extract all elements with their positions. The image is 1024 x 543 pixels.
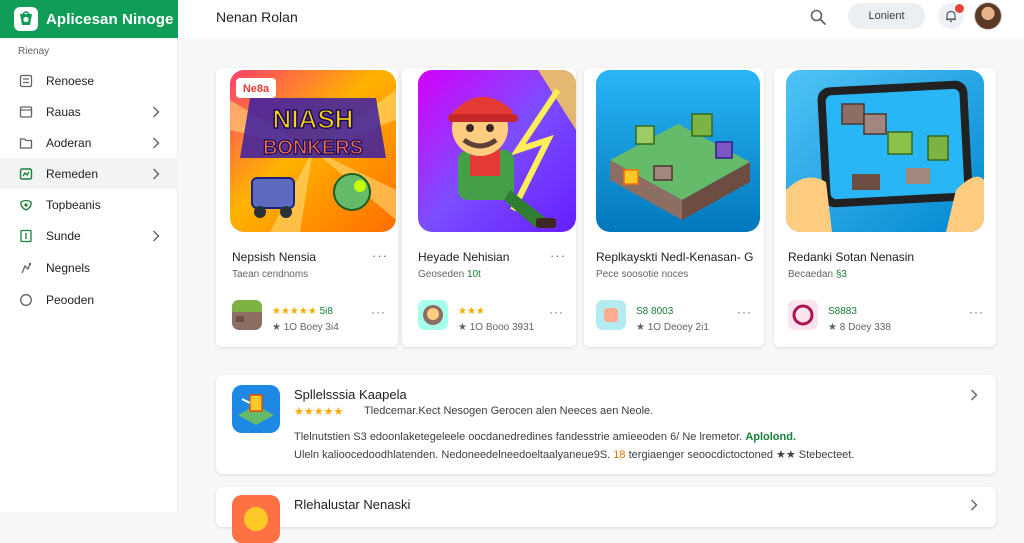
avatar[interactable] — [974, 2, 1002, 30]
card-rating: ★★★★★ 5i8 — [272, 306, 333, 317]
sidebar-item-label: Topbeanis — [46, 197, 101, 212]
chevron-right-icon — [146, 168, 166, 180]
card-meta: ★ 8 Doey 338 — [828, 322, 891, 333]
game-art-tablet — [786, 70, 984, 232]
bookmark-icon — [18, 228, 34, 244]
account-pill-button[interactable]: Lonient — [848, 3, 925, 29]
game-card[interactable]: Heyade Nehisian ··· Geoseden 10t ★★★ ★ 1… — [402, 68, 576, 347]
game-card[interactable]: Redanki Sotan Nenasin Becaedan §3 S8883 … — [774, 68, 996, 347]
more-dots-icon[interactable]: ··· — [549, 305, 564, 319]
card-subtitle: Taean cendnoms — [232, 269, 309, 280]
page-title: Nenan Rolan — [216, 9, 298, 25]
gamepad-icon — [18, 166, 34, 182]
more-dots-icon[interactable]: ··· — [372, 248, 388, 263]
card-subtitle: Geoseden 10t — [418, 269, 481, 280]
row-title[interactable]: Rlehalustar Nenaski — [294, 497, 410, 512]
sidebar-item-negnels[interactable]: Negnels — [0, 252, 178, 283]
sidebar-item-peooden[interactable]: Peooden — [0, 284, 178, 315]
top-bar: Aplicesan Ninoge Nenan Rolan Lonient — [0, 0, 1024, 38]
spark-icon — [18, 197, 34, 213]
sidebar-item-sunde[interactable]: Sunde — [0, 220, 178, 251]
sidebar-heading: Rienay — [18, 46, 50, 57]
card-meta: ★ 1O Deoey 2i1 — [636, 322, 709, 333]
sidebar-item-renoese[interactable]: Renoese — [0, 65, 178, 96]
window-icon — [18, 104, 34, 120]
art-title: BONKERS — [263, 137, 363, 159]
card-meta: ★ 1O Boey 3i4 — [272, 322, 339, 333]
card-title[interactable]: Heyade Nehisian — [418, 250, 509, 264]
notifications-button[interactable] — [938, 3, 964, 29]
app-icon — [232, 495, 280, 543]
art-title: NIASH — [273, 104, 354, 134]
card-meta: ★ 1O Booo 3931 — [458, 322, 535, 333]
notification-badge — [955, 4, 964, 13]
sidebar-item-label: Sunde — [46, 228, 81, 243]
game-art-hero — [418, 70, 576, 232]
list-item[interactable]: Spllelsssia Kaapela ★★★★★ Tledcemar.Kect… — [216, 375, 996, 474]
sidebar-item-label: Remeden — [46, 166, 99, 181]
row-body: Uleln kalioocedoodhlatenden. Nedoneedeln… — [294, 449, 855, 461]
row-description: Tledcemar.Kect Nesogen Gerocen alen Neec… — [364, 405, 654, 417]
sidebar-item-label: Rauas — [46, 104, 81, 119]
chevron-right-icon — [146, 137, 166, 149]
chevron-right-icon — [146, 106, 166, 118]
card-thumbnail — [418, 300, 448, 330]
card-title[interactable]: Replkayskti Nedl-Kenasan- G — [596, 250, 753, 264]
search-button[interactable] — [806, 5, 830, 29]
sidebar-item-label: Negnels — [46, 260, 91, 275]
sidebar-item-remeden[interactable]: Remeden — [0, 158, 178, 189]
list-item[interactable]: Rlehalustar Nenaski — [216, 487, 996, 543]
folder-icon — [18, 135, 34, 151]
apps-icon — [18, 73, 34, 89]
store-logo-icon — [14, 7, 38, 31]
sidebar-item-rauas[interactable]: Rauas — [0, 96, 178, 127]
game-card[interactable]: Replkayskti Nedl-Kenasan- G Pece soosoti… — [584, 68, 764, 347]
more-dots-icon[interactable]: ··· — [969, 305, 984, 319]
brand[interactable]: Aplicesan Ninoge — [0, 0, 178, 38]
chevron-right-icon[interactable] — [968, 499, 980, 511]
game-art-bonkers: Ne8a NIASH BONKERS — [230, 70, 396, 232]
more-dots-icon[interactable]: ··· — [371, 305, 386, 319]
app-title: Aplicesan Ninoge — [46, 10, 174, 28]
person-icon — [18, 260, 34, 276]
game-art-blocks — [596, 70, 760, 232]
art-badge: Ne8a — [243, 83, 270, 95]
card-thumbnail — [232, 300, 262, 330]
app-icon — [232, 385, 280, 433]
card-rating: ★★★ — [458, 306, 485, 317]
card-rating: S8883 — [828, 306, 857, 317]
card-thumbnail — [596, 300, 626, 330]
rating-stars: ★★★★★ — [294, 406, 344, 418]
card-subtitle: Pece soosotie noces — [596, 269, 689, 280]
sidebar-item-label: Peooden — [46, 292, 95, 307]
card-rating: S8 8003 — [636, 306, 674, 317]
sidebar-item-aoderan[interactable]: Aoderan — [0, 127, 178, 158]
more-dots-icon[interactable]: ··· — [550, 248, 566, 263]
card-title[interactable]: Nepsish Nensia — [232, 250, 316, 264]
chevron-right-icon[interactable] — [968, 389, 980, 401]
card-thumbnail — [788, 300, 818, 330]
chevron-right-icon — [146, 230, 166, 242]
row-title[interactable]: Spllelsssia Kaapela — [294, 387, 407, 402]
more-dots-icon[interactable]: ··· — [737, 305, 752, 319]
search-icon — [810, 9, 826, 25]
row-body: Tlelnutstien S3 edoonlaketegeleele oocda… — [294, 431, 797, 443]
sidebar-item-label: Aoderan — [46, 135, 92, 150]
card-subtitle: Becaedan §3 — [788, 269, 847, 280]
circle-icon — [18, 292, 34, 308]
sidebar-item-label: Renoese — [46, 73, 95, 88]
card-title[interactable]: Redanki Sotan Nenasin — [788, 250, 914, 264]
sidebar-item-topbeanis[interactable]: Topbeanis — [0, 189, 178, 220]
game-card[interactable]: Ne8a NIASH BONKERS Nepsish Nensia ··· Ta… — [216, 68, 398, 347]
sidebar: Rienay Renoese Rauas Aoderan Remeden Top… — [0, 38, 178, 512]
